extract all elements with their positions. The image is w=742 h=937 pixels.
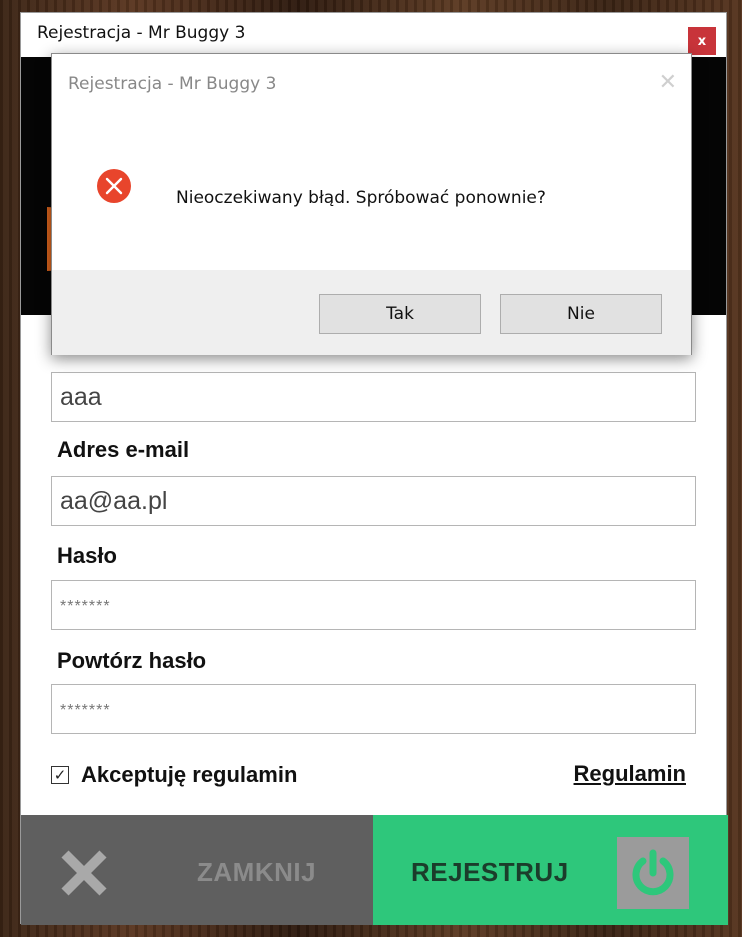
window-title: Rejestracja - Mr Buggy 3 [37, 23, 246, 43]
login-field[interactable] [51, 372, 696, 422]
repeat-password-label: Powtórz hasło [57, 648, 207, 673]
window-close-button[interactable]: x [688, 27, 716, 55]
accept-terms-checkbox[interactable]: ✓ [51, 766, 69, 784]
window-titlebar: Rejestracja - Mr Buggy 3 x [21, 13, 726, 57]
yes-button[interactable]: Tak [319, 294, 481, 334]
accept-terms-label: Akceptuję regulamin [81, 762, 298, 787]
password-field[interactable] [51, 580, 696, 630]
repeat-password-field[interactable] [51, 684, 696, 734]
email-field[interactable] [51, 476, 696, 526]
no-button[interactable]: Nie [500, 294, 662, 334]
terms-link[interactable]: Regulamin [574, 761, 686, 787]
close-button-label: ZAMKNIJ [197, 857, 317, 887]
x-icon [61, 850, 107, 896]
dialog-message: Nieoczekiwany błąd. Spróbować ponownie? [176, 188, 546, 208]
register-button[interactable]: REJESTRUJ [373, 815, 728, 925]
close-button[interactable]: ZAMKNIJ [21, 815, 373, 925]
error-dialog: Rejestracja - Mr Buggy 3 ✕ Nieoczekiwany… [51, 53, 692, 355]
power-icon [617, 837, 689, 909]
password-label: Hasło [57, 543, 117, 568]
dialog-footer: Tak Nie [52, 270, 691, 355]
close-icon: x [697, 33, 707, 49]
dialog-title: Rejestracja - Mr Buggy 3 [68, 74, 277, 94]
error-icon [97, 169, 131, 203]
register-button-label: REJESTRUJ [411, 857, 569, 887]
dialog-close-icon[interactable]: ✕ [659, 70, 677, 95]
accept-terms-row: ✓ Akceptuję regulamin [51, 760, 297, 790]
email-label: Adres e-mail [57, 437, 190, 462]
